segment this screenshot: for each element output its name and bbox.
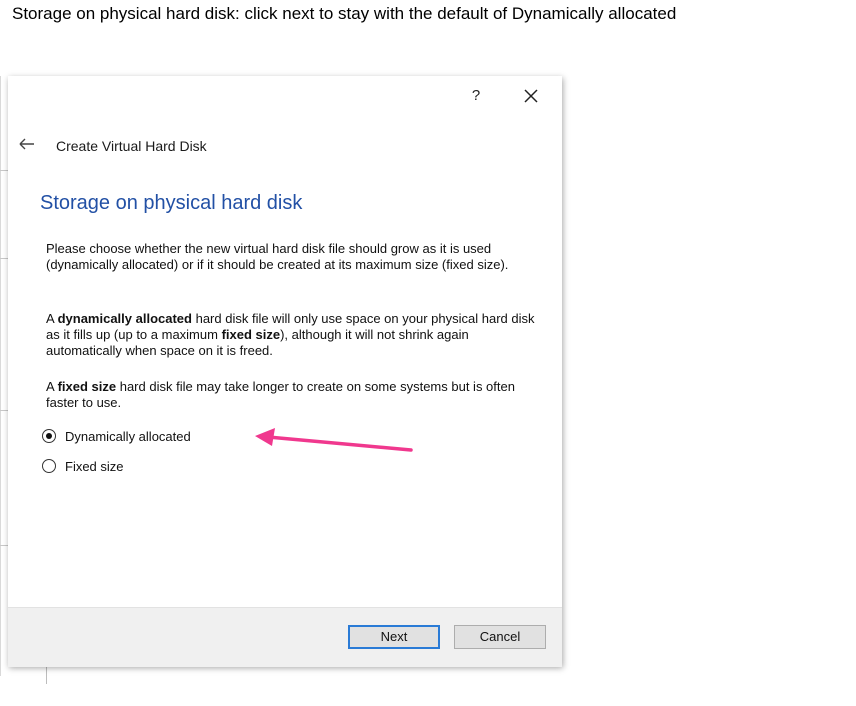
close-button[interactable] xyxy=(518,83,544,109)
description-paragraph: Please choose whether the new virtual ha… xyxy=(46,241,509,272)
wizard-title: Create Virtual Hard Disk xyxy=(56,138,207,154)
radio-dynamically-allocated[interactable]: Dynamically allocated xyxy=(42,426,191,446)
fixed-size-paragraph: A fixed size hard disk file may take lon… xyxy=(46,379,515,410)
cancel-button[interactable]: Cancel xyxy=(454,625,546,649)
dynamic-allocation-paragraph: A dynamically allocated hard disk file w… xyxy=(46,311,535,358)
close-icon xyxy=(524,89,538,103)
create-virtual-hard-disk-dialog: ? Create Virtual Hard Disk Storage on ph… xyxy=(8,76,562,667)
background-window-edge xyxy=(0,76,1,676)
next-button[interactable]: Next xyxy=(348,625,440,649)
dialog-footer: Next Cancel xyxy=(8,607,562,667)
background-divider xyxy=(0,258,8,259)
radio-button-checked[interactable] xyxy=(42,429,56,443)
radio-button-unchecked[interactable] xyxy=(42,459,56,473)
arrow-left-icon xyxy=(19,138,34,150)
background-divider xyxy=(0,170,8,171)
help-button[interactable]: ? xyxy=(464,84,488,108)
radio-fixed-size[interactable]: Fixed size xyxy=(42,456,124,476)
annotation-caption: Storage on physical hard disk: click nex… xyxy=(12,4,677,23)
back-button[interactable] xyxy=(16,134,38,154)
page-heading: Storage on physical hard disk xyxy=(40,192,303,214)
radio-label: Fixed size xyxy=(65,458,124,474)
radio-label: Dynamically allocated xyxy=(65,428,191,444)
background-divider xyxy=(0,545,8,546)
background-divider xyxy=(0,410,8,411)
